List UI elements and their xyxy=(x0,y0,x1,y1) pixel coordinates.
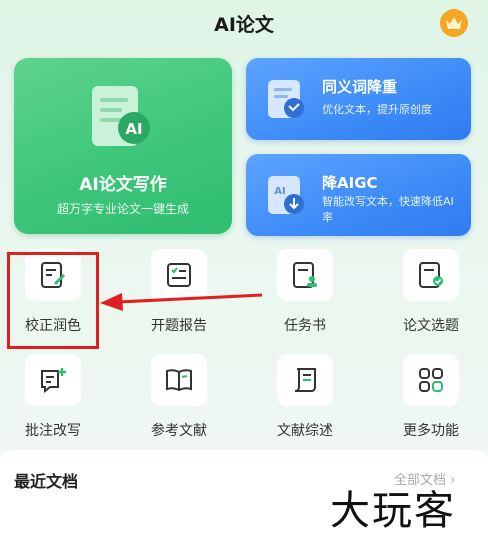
watermark: 大玩客 xyxy=(330,488,456,534)
recent-documents-title: 最近文档 xyxy=(14,472,79,491)
